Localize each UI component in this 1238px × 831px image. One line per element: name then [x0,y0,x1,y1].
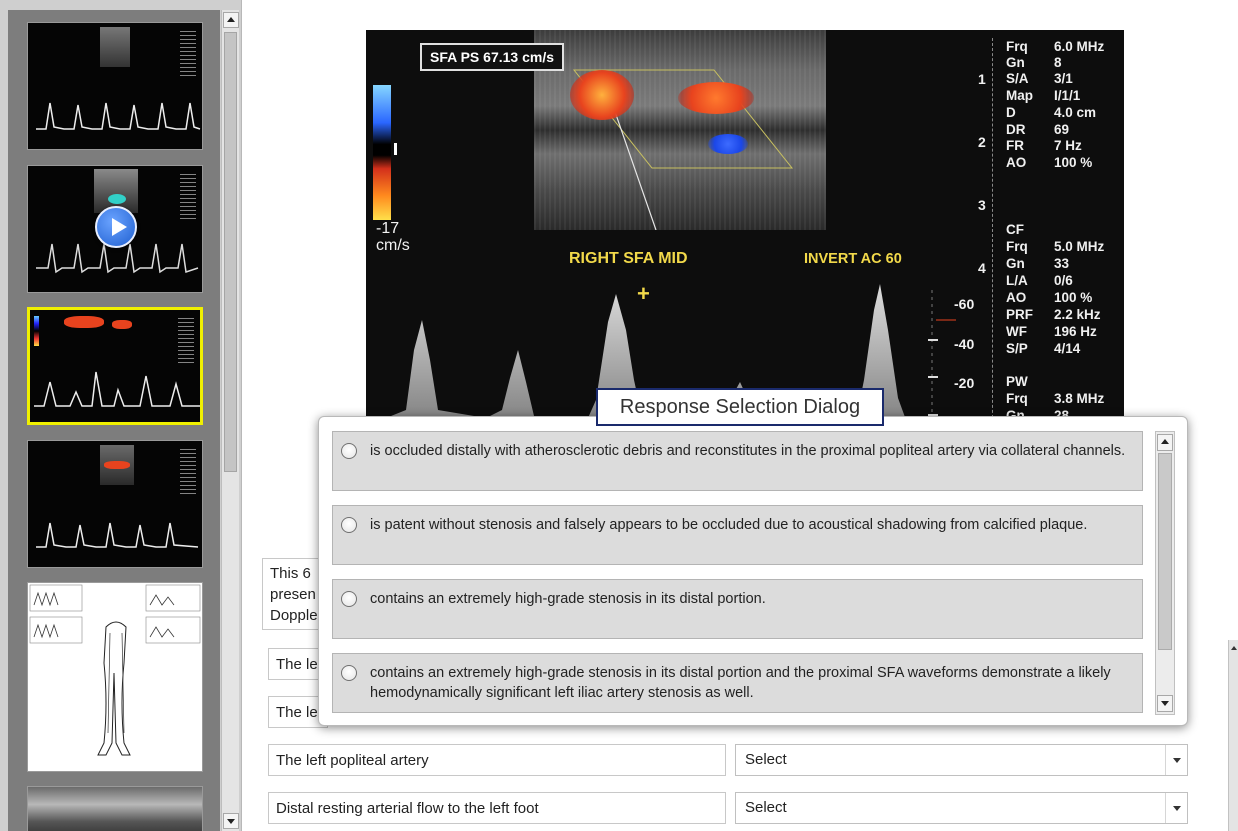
question-row-3-label: The left popliteal artery [268,744,726,776]
psv-measurement: SFA PS 67.13 cm/s [420,43,564,71]
scroll-up-icon[interactable] [223,12,239,28]
scrollbar-thumb[interactable] [224,32,237,472]
response-option-1[interactable]: is occluded distally with atheroscleroti… [332,431,1143,491]
thumb-scale [34,316,39,346]
param-row: Gn 8 [1006,55,1062,70]
radio-button[interactable] [341,591,357,607]
thumb-color-flow [108,194,126,204]
thumbnail-1[interactable] [27,22,203,150]
response-option-3[interactable]: contains an extremely high-grade stenosi… [332,579,1143,639]
param-row: AO 100 % [1006,290,1093,305]
bmode-image [534,30,826,230]
question-row-4-label: Distal resting arterial flow to the left… [268,792,726,824]
param-row: Frq 5.0 MHz [1006,239,1105,254]
red-flow-region [570,70,634,120]
blue-flow-region [708,134,748,154]
cf-heading: CF [1006,222,1024,237]
thumb-color-flow [112,320,132,329]
scrollbar-thumb[interactable] [1158,453,1172,650]
thumb-waveform [36,102,201,130]
dialog-title: Response Selection Dialog [596,388,884,426]
thumb-params [180,31,196,77]
param-row: Frq 6.0 MHz [1006,39,1105,54]
thumbnail-2[interactable] [27,165,203,293]
param-row: S/A 3/1 [1006,71,1073,86]
color-box-outline [572,69,794,230]
location-label: RIGHT SFA MID [569,250,688,267]
thumb-params [180,449,196,495]
response-selection-dialog: is occluded distally with atheroscleroti… [318,416,1188,726]
thumb-params [180,174,196,220]
param-row: D 4.0 cm [1006,105,1097,120]
red-flow-region [678,82,754,114]
velocity-tick-60: -60 [954,296,975,312]
acquisition-parameters: 1 2 3 4 Frq 6.0 MHz Gn 8 S/A 3/1 Map I/1/1 D… [978,30,1124,430]
velocity-tick-40: -40 [954,336,975,352]
depth-mark-2: 2 [978,134,986,150]
thumbnail-panel [0,0,242,831]
option-text: is occluded distally with atheroscleroti… [370,443,1126,459]
scale-value: -17 [376,220,400,237]
param-row: Gn 33 [1006,256,1070,271]
play-icon[interactable] [95,206,137,248]
question-stem: This 6 presen Dopple [262,558,326,630]
scroll-down-icon[interactable] [223,813,239,829]
thumbnail-4[interactable] [27,440,203,568]
page-scrollbar[interactable] [1228,640,1238,831]
thumbnail-3-selected[interactable] [27,307,203,425]
param-row: AO 100 % [1006,155,1093,170]
radio-button[interactable] [341,443,357,459]
thumb-waveform [34,371,200,407]
thumbnail-scrollbar[interactable] [221,10,239,831]
thumb-color-flow [104,461,130,469]
depth-axis [992,38,993,428]
chevron-down-icon[interactable] [1165,793,1187,823]
color-velocity-scale [373,85,391,220]
param-row: PRF 2.2 kHz [1006,307,1101,322]
thumb-leg-diagram [29,584,201,756]
page: SFA PS 67.13 cm/s -17 cm/s RIGHT SFA MID… [0,0,1238,831]
param-row: S/P 4/14 [1006,341,1081,356]
popliteal-select[interactable]: Select [735,744,1188,776]
invert-label: INVERT AC 60 [804,251,902,267]
thumbnail-5-diagram[interactable] [27,582,203,772]
response-option-4[interactable]: contains an extremely high-grade stenosi… [332,653,1143,713]
scale-zero-marker [394,143,397,155]
response-option-2[interactable]: is patent without stenosis and falsely a… [332,505,1143,565]
ultrasound-image: SFA PS 67.13 cm/s -17 cm/s RIGHT SFA MID… [366,30,1124,430]
option-text: contains an extremely high-grade stenosi… [370,665,1111,701]
option-text: contains an extremely high-grade stenosi… [370,591,766,607]
thumb-color-flow [64,316,104,328]
chevron-down-icon[interactable] [1165,745,1187,775]
scroll-down-icon[interactable] [1157,695,1173,712]
depth-mark-1: 1 [978,71,986,87]
param-row: FR 7 Hz [1006,138,1082,153]
select-value: Select [745,751,787,768]
scale-unit: cm/s [376,237,410,254]
select-value: Select [745,799,787,816]
thumb-params [178,318,194,364]
thumb-waveform [36,522,199,548]
dialog-scrollbar[interactable] [1155,431,1175,715]
param-row: DR 69 [1006,122,1070,137]
thumb-bmode [100,27,130,67]
thumbnail-6[interactable] [27,786,203,831]
pw-heading: PW [1006,374,1028,389]
distal-flow-select[interactable]: Select [735,792,1188,824]
thumbnail-strip [8,10,220,831]
radio-button[interactable] [341,665,357,681]
param-row: Map I/1/1 [1006,88,1081,103]
depth-mark-3: 3 [978,197,986,213]
param-row: Frq 3.8 MHz [1006,391,1105,406]
param-row: WF 196 Hz [1006,324,1097,339]
radio-button[interactable] [341,517,357,533]
velocity-tick-20: -20 [954,375,975,391]
scroll-up-icon[interactable] [1157,434,1173,451]
param-row: L/A 0/6 [1006,273,1073,288]
option-text: is patent without stenosis and falsely a… [370,517,1088,533]
depth-mark-4: 4 [978,260,986,276]
